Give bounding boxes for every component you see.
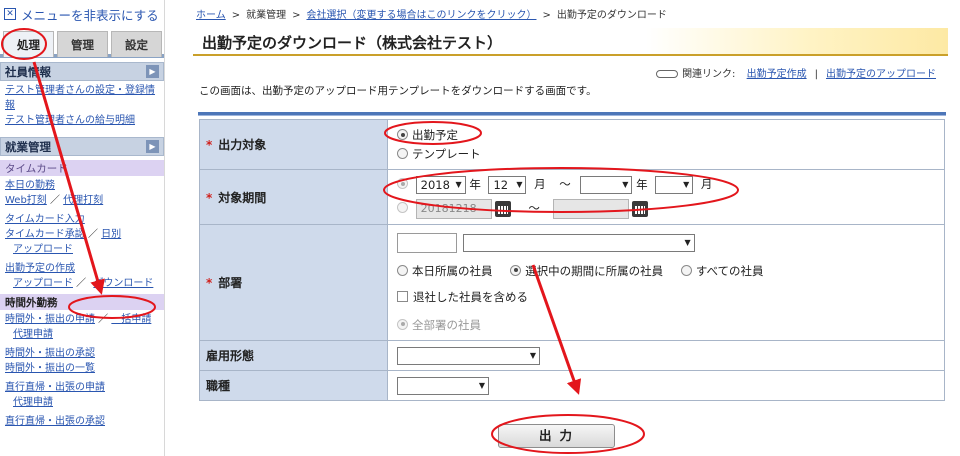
output-target-field: 出勤予定 テンプレート	[387, 119, 945, 170]
department-label: * 部署	[199, 224, 388, 341]
sidebar-item-payslip[interactable]: テスト管理者さんの給与明細	[5, 115, 135, 126]
department-select[interactable]	[462, 233, 695, 252]
department-field: 本日所属の社員 選択中の期間に所属の社員 すべての社員 退社した社員を含める 全…	[387, 224, 945, 341]
related-label: 関連リンク:	[682, 69, 736, 80]
hide-menu-link[interactable]: メニューを非表示にする	[21, 5, 159, 24]
sidebar-item-direct-proxy[interactable]: 代理申請	[13, 397, 53, 408]
year-to-select[interactable]	[580, 175, 633, 194]
radio-month-mode[interactable]	[397, 178, 408, 189]
employment-type-field	[387, 340, 945, 371]
date-to-input[interactable]	[553, 198, 630, 219]
breadcrumb-current: 出勤予定のダウンロード	[556, 10, 667, 21]
sidebar-tabs: 処理 管理 設定	[0, 28, 164, 58]
radio-today-dept[interactable]: 本日所属の社員	[397, 264, 493, 278]
timecard-links: 本日の勤務 Web打刻 ／ 代理打刻 タイムカード入力 タイムカード承認 ／ 日…	[5, 180, 154, 289]
sidebar-item-timecard-input[interactable]: タイムカード入力	[5, 214, 85, 225]
link-chain-icon	[656, 70, 679, 78]
breadcrumb-work: 就業管理	[246, 10, 287, 21]
collapse-icon: ✕	[4, 8, 16, 20]
expand-arrow-icon[interactable]: ▶	[146, 140, 159, 153]
employee-links: テスト管理者さんの設定・登録情報 テスト管理者さんの給与明細	[0, 81, 164, 128]
radio-period-dept[interactable]: 選択中の期間に所属の社員	[510, 264, 663, 278]
sidebar-item-schedule-download[interactable]: ダウンロード	[93, 278, 153, 289]
subsection-overtime: 時間外勤務	[0, 294, 164, 310]
section-employee-label: 社員情報	[5, 64, 51, 79]
calendar-icon[interactable]	[494, 200, 511, 217]
related-link-schedule-create[interactable]: 出勤予定作成	[747, 69, 807, 80]
tab-settings[interactable]: 設定	[111, 31, 162, 57]
page-title-bar: 出勤予定のダウンロード（株式会社テスト）	[193, 28, 948, 56]
target-period-field: 2018 年 12 月 〜 年 月 20181218 〜	[387, 169, 945, 225]
date-from-input[interactable]: 20181218	[415, 198, 492, 219]
employment-type-select[interactable]	[397, 346, 540, 365]
checkbox-icon[interactable]	[397, 290, 408, 302]
radio-icon[interactable]	[510, 264, 522, 276]
month-from-select[interactable]: 12	[488, 175, 527, 194]
expand-arrow-icon[interactable]: ▶	[146, 65, 159, 78]
breadcrumb: ホーム > 就業管理 > 会社選択（変更する場合はこのリンクをクリック） > 出勤予定のダウ…	[196, 10, 667, 21]
section-work-management[interactable]: 就業管理 ▶	[0, 137, 164, 156]
sidebar-item-timecard-upload[interactable]: アップロード	[13, 244, 73, 255]
page-title: 出勤予定のダウンロード（株式会社テスト）	[202, 34, 503, 52]
related-link-schedule-upload[interactable]: 出勤予定のアップロード	[826, 69, 936, 80]
sidebar-item-schedule-create[interactable]: 出勤予定の作成	[5, 263, 75, 274]
section-employee-info[interactable]: 社員情報 ▶	[0, 62, 164, 81]
radio-all-employees[interactable]: すべての社員	[680, 264, 764, 278]
section-work-label: 就業管理	[5, 139, 51, 154]
download-form: *出力対象 出勤予定 テンプレート *対象期間 2018 年 12 月 〜 年	[199, 119, 945, 401]
sidebar-item-ot-list[interactable]: 時間外・振出の一覧	[5, 363, 95, 374]
sidebar-item-schedule-upload[interactable]: アップロード	[13, 278, 73, 289]
sidebar-item-timecard-approval[interactable]: タイムカード承認	[5, 229, 85, 240]
sidebar-item-direct-apply[interactable]: 直行直帰・出張の申請	[5, 382, 105, 393]
sidebar-item-ot-approve[interactable]: 時間外・振出の承認	[5, 348, 95, 359]
radio-icon[interactable]	[680, 264, 692, 276]
sidebar-item-by-day[interactable]: 日別	[101, 229, 121, 240]
radio-icon[interactable]	[397, 264, 408, 276]
target-period-label: * 対象期間	[199, 169, 388, 225]
divider	[198, 112, 946, 116]
year-from-select[interactable]: 2018	[415, 175, 466, 194]
output-button[interactable]: 出力	[498, 424, 615, 448]
sidebar-item-ot-proxy[interactable]: 代理申請	[13, 329, 53, 340]
department-code-input[interactable]	[397, 232, 457, 253]
output-target-label: * 出力対象	[199, 119, 388, 170]
sidebar-item-web-punch[interactable]: Web打刻	[5, 195, 47, 206]
radio-all-departments[interactable]: 全部署の社員	[397, 317, 944, 333]
radio-icon[interactable]	[397, 148, 408, 159]
tab-process[interactable]: 処理	[3, 31, 54, 57]
sidebar-item-ot-apply[interactable]: 時間外・振出の申請	[5, 314, 95, 325]
radio-icon[interactable]	[397, 129, 408, 140]
radio-icon[interactable]	[397, 318, 408, 330]
calendar-icon[interactable]	[632, 200, 649, 217]
job-type-field	[387, 370, 945, 401]
hide-menu-toggle[interactable]: ✕ メニューを非表示にする	[0, 0, 164, 28]
sidebar-item-direct-approve[interactable]: 直行直帰・出張の承認	[5, 416, 105, 427]
breadcrumb-home[interactable]: ホーム	[196, 10, 226, 21]
radio-schedule[interactable]: 出勤予定	[397, 127, 944, 143]
job-type-label: 職種	[199, 370, 388, 401]
sidebar-item-proxy-punch[interactable]: 代理打刻	[63, 195, 103, 206]
sidebar-item-today-work[interactable]: 本日の勤務	[5, 180, 55, 191]
month-to-select[interactable]	[655, 175, 694, 194]
sidebar: ✕ メニューを非表示にする 処理 管理 設定 社員情報 ▶ テスト管理者さんの設…	[0, 0, 165, 456]
job-type-select[interactable]	[397, 376, 489, 395]
radio-date-mode[interactable]	[397, 202, 408, 213]
related-links: 関連リンク: 出勤予定作成 | 出勤予定のアップロード	[656, 65, 936, 80]
main-content: ホーム > 就業管理 > 会社選択（変更する場合はこのリンクをクリック） > 出勤予定のダウ…	[190, 0, 950, 456]
subsection-timecard: タイムカード	[0, 160, 164, 176]
radio-template[interactable]: テンプレート	[397, 146, 944, 162]
overtime-links: 時間外・振出の申請 ／ 一括申請 代理申請 時間外・振出の承認 時間外・振出の一…	[5, 314, 152, 427]
sidebar-item-ot-bulk[interactable]: 一括申請	[111, 314, 151, 325]
include-retired-checkbox[interactable]: 退社した社員を含める	[397, 289, 944, 305]
page-description: この画面は、出勤予定のアップロード用テンプレートをダウンロードする画面です。	[199, 85, 597, 97]
employment-type-label: 雇用形態	[199, 340, 388, 371]
sidebar-item-user-settings[interactable]: テスト管理者さんの設定・登録情報	[5, 85, 155, 111]
tab-manage[interactable]: 管理	[57, 31, 108, 57]
breadcrumb-company-select[interactable]: 会社選択（変更する場合はこのリンクをクリック）	[306, 10, 536, 21]
